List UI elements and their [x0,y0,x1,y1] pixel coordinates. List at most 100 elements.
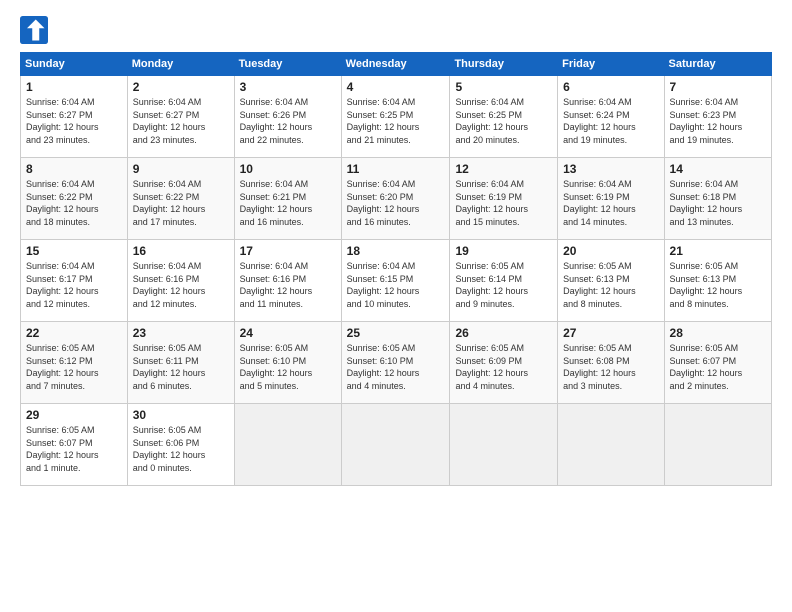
day-info: Sunrise: 6:04 AM Sunset: 6:16 PM Dayligh… [240,260,336,310]
calendar-cell: 8 Sunrise: 6:04 AM Sunset: 6:22 PM Daylig… [21,158,128,240]
calendar-cell: 12 Sunrise: 6:04 AM Sunset: 6:19 PM Dayli… [450,158,558,240]
day-header-tuesday: Tuesday [234,53,341,76]
day-number: 27 [563,326,658,340]
day-info: Sunrise: 6:05 AM Sunset: 6:13 PM Dayligh… [563,260,658,310]
day-info: Sunrise: 6:04 AM Sunset: 6:21 PM Dayligh… [240,178,336,228]
day-number: 29 [26,408,122,422]
calendar-header-row: SundayMondayTuesdayWednesdayThursdayFrid… [21,53,772,76]
day-number: 7 [670,80,766,94]
day-number: 26 [455,326,552,340]
day-info: Sunrise: 6:04 AM Sunset: 6:19 PM Dayligh… [563,178,658,228]
day-header-thursday: Thursday [450,53,558,76]
day-info: Sunrise: 6:05 AM Sunset: 6:09 PM Dayligh… [455,342,552,392]
day-info: Sunrise: 6:04 AM Sunset: 6:20 PM Dayligh… [347,178,445,228]
day-number: 23 [133,326,229,340]
day-header-saturday: Saturday [664,53,771,76]
calendar-cell: 6Sunrise: 6:04 AM Sunset: 6:24 PM Daylig… [558,76,664,158]
calendar-cell: 22 Sunrise: 6:05 AM Sunset: 6:12 PM Dayli… [21,322,128,404]
calendar-cell: 24Sunrise: 6:05 AM Sunset: 6:10 PM Dayli… [234,322,341,404]
day-info: Sunrise: 6:05 AM Sunset: 6:13 PM Dayligh… [670,260,766,310]
calendar-week-3: 15 Sunrise: 6:04 AM Sunset: 6:17 PM Dayli… [21,240,772,322]
day-info: Sunrise: 6:04 AM Sunset: 6:24 PM Dayligh… [563,96,658,146]
calendar-cell: 10 Sunrise: 6:04 AM Sunset: 6:21 PM Dayli… [234,158,341,240]
day-number: 20 [563,244,658,258]
day-info: Sunrise: 6:05 AM Sunset: 6:07 PM Dayligh… [670,342,766,392]
day-header-wednesday: Wednesday [341,53,450,76]
calendar-cell: 13 Sunrise: 6:04 AM Sunset: 6:19 PM Dayli… [558,158,664,240]
calendar-cell [664,404,771,486]
day-info: Sunrise: 6:05 AM Sunset: 6:08 PM Dayligh… [563,342,658,392]
calendar-cell: 15 Sunrise: 6:04 AM Sunset: 6:17 PM Dayli… [21,240,128,322]
day-header-sunday: Sunday [21,53,128,76]
day-info: Sunrise: 6:04 AM Sunset: 6:17 PM Dayligh… [26,260,122,310]
day-number: 21 [670,244,766,258]
calendar: SundayMondayTuesdayWednesdayThursdayFrid… [20,52,772,486]
day-number: 2 [133,80,229,94]
day-number: 9 [133,162,229,176]
calendar-cell [450,404,558,486]
day-info: Sunrise: 6:05 AM Sunset: 6:10 PM Dayligh… [347,342,445,392]
day-number: 24 [240,326,336,340]
calendar-body: 1Sunrise: 6:04 AM Sunset: 6:27 PM Daylig… [21,76,772,486]
page: SundayMondayTuesdayWednesdayThursdayFrid… [0,0,792,612]
calendar-cell: 11 Sunrise: 6:04 AM Sunset: 6:20 PM Dayli… [341,158,450,240]
day-number: 14 [670,162,766,176]
calendar-cell: 21 Sunrise: 6:05 AM Sunset: 6:13 PM Dayli… [664,240,771,322]
calendar-cell: 28 Sunrise: 6:05 AM Sunset: 6:07 PM Dayli… [664,322,771,404]
day-info: Sunrise: 6:04 AM Sunset: 6:26 PM Dayligh… [240,96,336,146]
day-info: Sunrise: 6:04 AM Sunset: 6:18 PM Dayligh… [670,178,766,228]
day-info: Sunrise: 6:05 AM Sunset: 6:14 PM Dayligh… [455,260,552,310]
calendar-cell: 14 Sunrise: 6:04 AM Sunset: 6:18 PM Dayli… [664,158,771,240]
calendar-cell: 16 Sunrise: 6:04 AM Sunset: 6:16 PM Dayli… [127,240,234,322]
day-number: 12 [455,162,552,176]
day-number: 15 [26,244,122,258]
day-number: 18 [347,244,445,258]
calendar-cell: 26 Sunrise: 6:05 AM Sunset: 6:09 PM Dayli… [450,322,558,404]
day-info: Sunrise: 6:04 AM Sunset: 6:22 PM Dayligh… [26,178,122,228]
day-number: 17 [240,244,336,258]
calendar-week-5: 29 Sunrise: 6:05 AM Sunset: 6:07 PM Dayli… [21,404,772,486]
calendar-cell: 19Sunrise: 6:05 AM Sunset: 6:14 PM Dayli… [450,240,558,322]
day-info: Sunrise: 6:05 AM Sunset: 6:12 PM Dayligh… [26,342,122,392]
day-info: Sunrise: 6:04 AM Sunset: 6:27 PM Dayligh… [133,96,229,146]
day-number: 13 [563,162,658,176]
calendar-cell: 3Sunrise: 6:04 AM Sunset: 6:26 PM Daylig… [234,76,341,158]
calendar-cell: 25 Sunrise: 6:05 AM Sunset: 6:10 PM Dayli… [341,322,450,404]
day-number: 25 [347,326,445,340]
day-number: 11 [347,162,445,176]
calendar-cell: 2 Sunrise: 6:04 AM Sunset: 6:27 PM Daylig… [127,76,234,158]
day-number: 10 [240,162,336,176]
calendar-cell: 9Sunrise: 6:04 AM Sunset: 6:22 PM Daylig… [127,158,234,240]
day-number: 30 [133,408,229,422]
day-info: Sunrise: 6:04 AM Sunset: 6:16 PM Dayligh… [133,260,229,310]
calendar-cell: 18 Sunrise: 6:04 AM Sunset: 6:15 PM Dayli… [341,240,450,322]
day-info: Sunrise: 6:04 AM Sunset: 6:27 PM Dayligh… [26,96,122,146]
day-number: 22 [26,326,122,340]
day-info: Sunrise: 6:04 AM Sunset: 6:25 PM Dayligh… [347,96,445,146]
calendar-cell: 4Sunrise: 6:04 AM Sunset: 6:25 PM Daylig… [341,76,450,158]
calendar-cell [558,404,664,486]
calendar-cell: 29 Sunrise: 6:05 AM Sunset: 6:07 PM Dayli… [21,404,128,486]
day-info: Sunrise: 6:04 AM Sunset: 6:15 PM Dayligh… [347,260,445,310]
calendar-week-4: 22 Sunrise: 6:05 AM Sunset: 6:12 PM Dayli… [21,322,772,404]
header [20,16,772,44]
calendar-cell: 5 Sunrise: 6:04 AM Sunset: 6:25 PM Daylig… [450,76,558,158]
day-number: 28 [670,326,766,340]
calendar-cell [234,404,341,486]
calendar-cell: 7Sunrise: 6:04 AM Sunset: 6:23 PM Daylig… [664,76,771,158]
day-info: Sunrise: 6:04 AM Sunset: 6:19 PM Dayligh… [455,178,552,228]
calendar-cell: 1Sunrise: 6:04 AM Sunset: 6:27 PM Daylig… [21,76,128,158]
day-info: Sunrise: 6:05 AM Sunset: 6:11 PM Dayligh… [133,342,229,392]
day-header-friday: Friday [558,53,664,76]
calendar-cell: 17 Sunrise: 6:04 AM Sunset: 6:16 PM Dayli… [234,240,341,322]
day-number: 16 [133,244,229,258]
calendar-cell: 23 Sunrise: 6:05 AM Sunset: 6:11 PM Dayli… [127,322,234,404]
day-number: 5 [455,80,552,94]
calendar-cell: 20 Sunrise: 6:05 AM Sunset: 6:13 PM Dayli… [558,240,664,322]
day-number: 8 [26,162,122,176]
calendar-week-1: 1Sunrise: 6:04 AM Sunset: 6:27 PM Daylig… [21,76,772,158]
calendar-cell: 27 Sunrise: 6:05 AM Sunset: 6:08 PM Dayli… [558,322,664,404]
day-info: Sunrise: 6:04 AM Sunset: 6:25 PM Dayligh… [455,96,552,146]
calendar-week-2: 8 Sunrise: 6:04 AM Sunset: 6:22 PM Daylig… [21,158,772,240]
day-info: Sunrise: 6:05 AM Sunset: 6:07 PM Dayligh… [26,424,122,474]
